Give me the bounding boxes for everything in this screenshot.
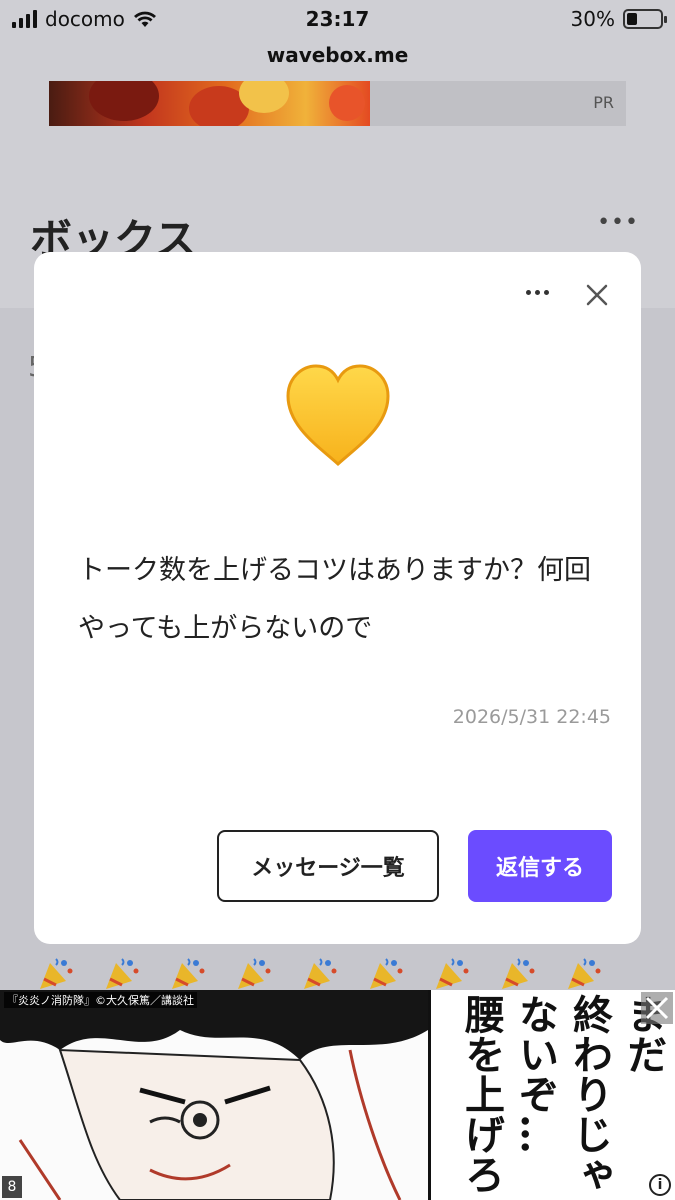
status-bar: docomo 23:17 30% <box>0 0 675 38</box>
message-modal: トーク数を上げるコツはありますか？何回やっても上がらないので 2026/5/31… <box>34 252 641 944</box>
party-popper-icon <box>568 958 601 989</box>
party-popper-icon <box>172 958 205 989</box>
status-right: 30% <box>570 7 667 31</box>
top-ad-artwork <box>49 81 370 126</box>
ad-panel-divider <box>428 990 431 1200</box>
party-popper-icon <box>502 958 535 989</box>
battery-icon <box>623 9 667 29</box>
ad-text-column: 終わりじゃ <box>566 994 613 1194</box>
party-popper-icon <box>436 958 469 989</box>
bottom-ad-banner[interactable]: 『炎炎ノ消防隊』©大久保篤／講談社 まだ 終わりじゃ ないぞ… 腰を上げろ i … <box>0 990 675 1200</box>
party-popper-icon <box>304 958 337 989</box>
page-more-icon[interactable]: ••• <box>597 210 639 235</box>
modal-more-icon[interactable] <box>522 282 552 302</box>
yellow-heart-icon <box>286 364 390 467</box>
battery-fill <box>627 13 637 25</box>
ad-info-icon[interactable]: i <box>649 1174 671 1196</box>
ad-credit-text: 『炎炎ノ消防隊』©大久保篤／講談社 <box>4 992 197 1008</box>
ad-vertical-text: まだ 終わりじゃ ないぞ… 腰を上げろ <box>452 994 667 1200</box>
close-icon[interactable] <box>584 282 610 308</box>
reply-button[interactable]: 返信する <box>468 830 612 902</box>
message-timestamp: 2026/5/31 22:45 <box>452 706 611 728</box>
party-popper-icon <box>238 958 271 989</box>
party-popper-row <box>36 955 636 991</box>
battery-percent: 30% <box>570 7 615 31</box>
pr-label: PR <box>593 93 614 112</box>
party-popper-icon <box>370 958 403 989</box>
message-list-button[interactable]: メッセージ一覧 <box>217 830 439 902</box>
message-text: トーク数を上げるコツはありますか？何回やっても上がらないので <box>78 555 591 644</box>
ad-close-icon[interactable] <box>641 992 673 1024</box>
ad-text-column: 腰を上げろ <box>458 994 505 1194</box>
ad-text-column: まだ <box>620 994 667 1074</box>
party-popper-icon <box>106 958 139 989</box>
party-popper-icon <box>40 958 73 989</box>
url-bar[interactable]: wavebox.me <box>0 38 675 72</box>
top-ad-banner[interactable]: PR <box>49 81 626 126</box>
ad-corner-number: 8 <box>2 1176 22 1198</box>
ad-text-column: ないぞ… <box>512 994 559 1154</box>
manga-character-image <box>0 990 428 1200</box>
